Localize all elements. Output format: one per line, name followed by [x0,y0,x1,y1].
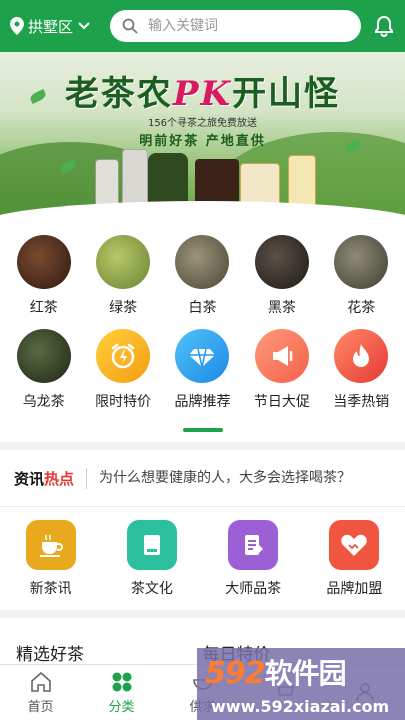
top-bar: 拱墅区 [0,0,405,52]
category-label: 绿茶 [109,300,138,316]
flower-tea-image [334,235,389,289]
category-row: 红茶 绿茶 白茶 黑茶 花茶 [0,235,405,329]
flame-icon [334,329,389,383]
megaphone-icon [254,329,309,383]
shortcut-label: 茶文化 [130,580,173,597]
category-dark-tea[interactable]: 黑茶 [246,235,318,317]
category-brand-picks[interactable]: 品牌推荐 [166,329,238,411]
grid-icon [112,672,131,692]
category-flower-tea[interactable]: 花茶 [325,235,397,317]
category-black-tea[interactable]: 红茶 [8,235,80,317]
category-label: 红茶 [29,300,58,316]
headline-pk: PK [172,74,233,114]
home-icon [30,671,51,692]
banner-tagline: 明前好茶 产地直供 [139,134,266,149]
headline-left: 老茶农 [64,74,173,114]
category-label: 当季热销 [333,394,390,410]
green-tea-image [96,235,151,289]
nav-home[interactable]: 首页 [0,665,81,720]
category-oolong-tea[interactable]: 乌龙茶 [8,329,80,411]
shortcut-label: 新茶讯 [29,580,72,597]
location-pin-icon [10,17,24,35]
location-label: 拱墅区 [28,17,74,36]
shortcut-row: 新茶讯 茶文化 大师品茶 品牌加盟 [0,506,405,610]
shortcut-tea-culture[interactable]: 茶文化 [107,519,197,598]
category-label: 节日大促 [253,394,310,410]
watermark-logo: 592软件园 www.592xiazai.com [197,648,405,720]
category-label: 乌龙茶 [22,394,65,410]
category-seasonal-hot[interactable]: 当季热销 [325,329,397,411]
search-bar[interactable] [110,10,361,42]
search-icon [122,18,138,34]
news-headline[interactable]: 为什么想要健康的人，大多会选择喝茶？ [99,468,351,488]
category-green-tea[interactable]: 绿茶 [87,235,159,317]
news-logo: 资讯热点 [14,467,88,489]
category-white-tea[interactable]: 白茶 [166,235,238,317]
alarm-clock-icon [96,329,151,383]
diamond-icon [175,329,230,383]
handshake-icon [329,519,380,570]
category-label: 花茶 [347,300,376,316]
news-ticker[interactable]: 资讯热点 为什么想要健康的人，大多会选择喝茶？ [0,450,405,506]
banner-subtitle: 156个寻茶之旅免费放送 [147,118,258,129]
watermark-text: 软件园 [264,657,347,690]
news-logo-right: 热点 [44,469,75,488]
document-icon [228,519,279,570]
headline-right: 开山怪 [232,74,341,114]
nav-label: 首页 [27,700,54,715]
white-tea-image [175,235,230,289]
chevron-down-icon [78,22,90,30]
page-indicator [183,428,223,432]
category-festival-sale[interactable]: 节日大促 [246,329,318,411]
category-grid: 红茶 绿茶 白茶 黑茶 花茶 乌龙茶 限时特价 品牌推荐 节日大促 当季热销 [0,225,405,442]
category-label: 白茶 [188,300,217,316]
shortcut-label: 大师品茶 [225,580,282,597]
watermark-brand: 592软件园 [205,652,347,692]
category-label: 品牌推荐 [174,394,231,410]
category-label: 限时特价 [95,394,152,410]
shortcut-master-tasting[interactable]: 大师品茶 [208,519,298,598]
location-selector[interactable]: 拱墅区 [10,16,110,37]
nav-label: 分类 [108,700,135,715]
watermark-number: 592 [205,656,266,691]
shortcut-tea-news[interactable]: 新茶讯 [6,519,96,598]
black-tea-image [16,235,71,289]
shortcut-label: 品牌加盟 [326,580,383,597]
shortcut-brand-franchise[interactable]: 品牌加盟 [309,519,399,598]
category-flash-sale[interactable]: 限时特价 [87,329,159,411]
teacup-icon [25,519,76,570]
news-logo-left: 资讯 [14,469,45,488]
nav-category[interactable]: 分类 [81,665,162,720]
category-row: 乌龙茶 限时特价 品牌推荐 节日大促 当季热销 [0,329,405,423]
dark-tea-image [254,235,309,289]
watermark-url: www.592xiazai.com [211,697,390,716]
banner-headline: 老茶农PK开山怪 [0,66,405,115]
promo-banner[interactable]: 老茶农PK开山怪 156个寻茶之旅免费放送 明前好茶 产地直供 [0,52,405,225]
oolong-tea-image [16,329,71,383]
book-icon [126,519,177,570]
category-label: 黑茶 [267,300,296,316]
notification-bell-icon[interactable] [373,15,395,37]
search-input[interactable] [148,18,349,34]
